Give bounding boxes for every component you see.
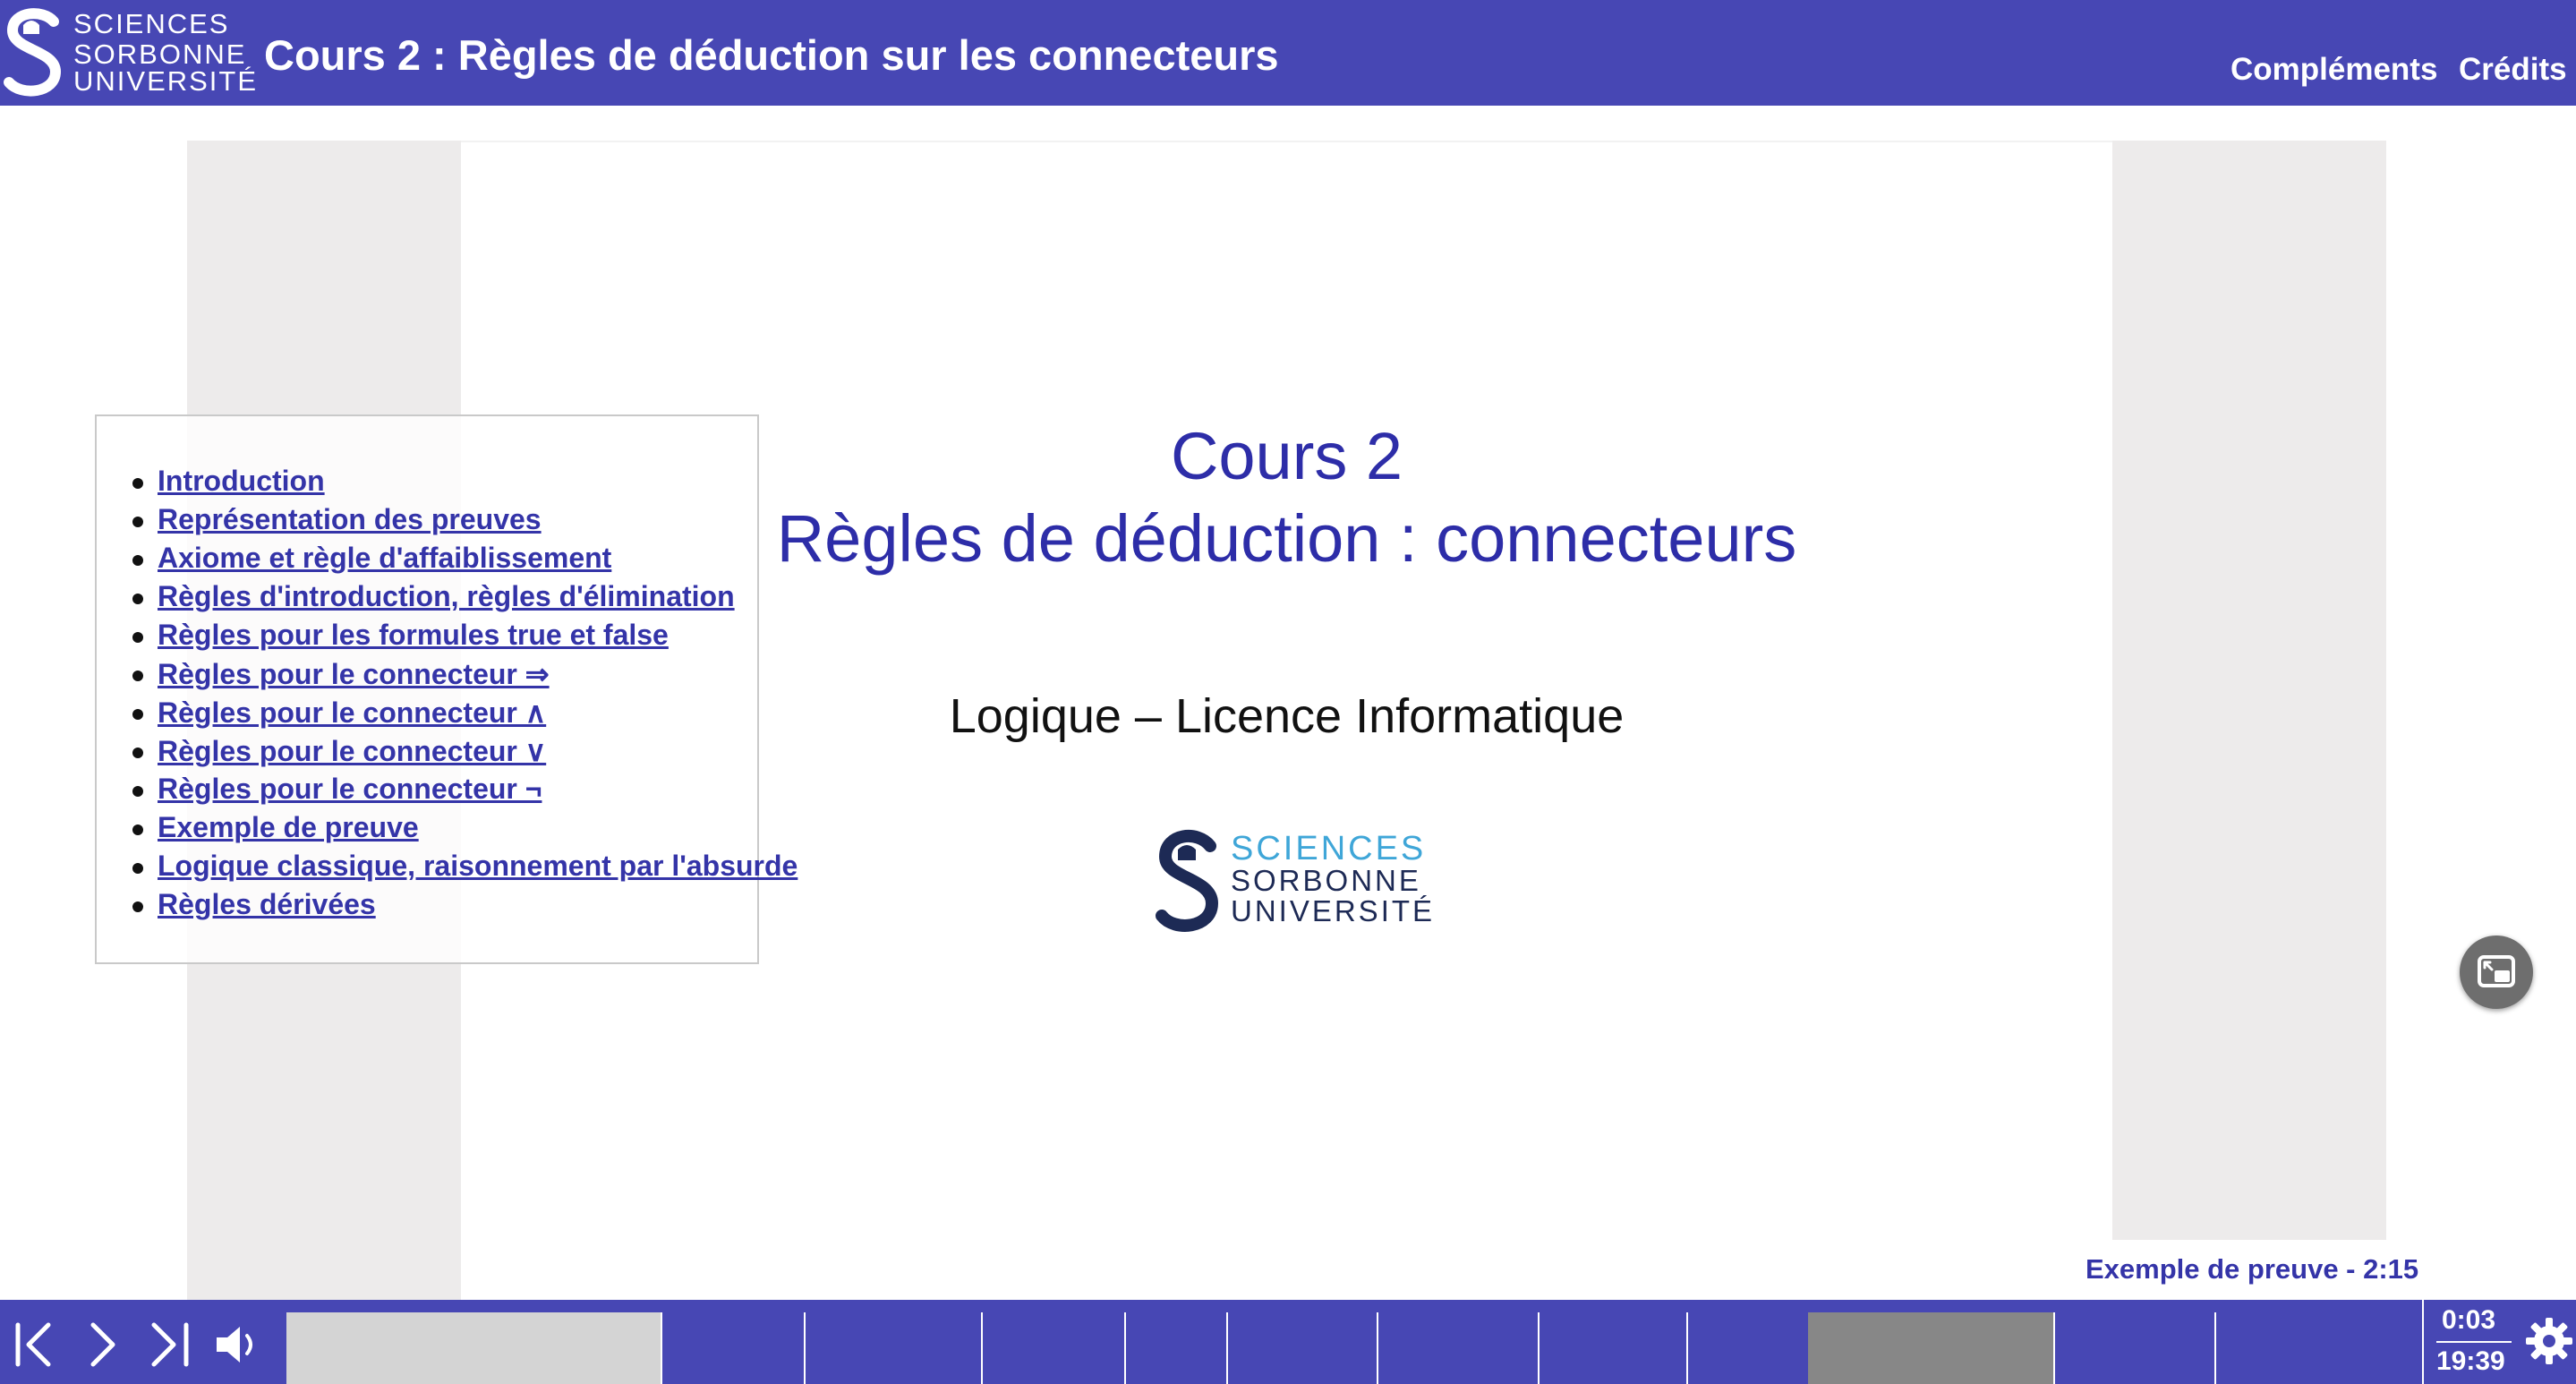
toc-link-and[interactable]: Règles pour le connecteur ∧ (158, 696, 546, 729)
skip-end-icon (151, 1322, 189, 1367)
toc-item: Règles dérivées (127, 888, 798, 927)
toc-link-regles-derivees[interactable]: Règles dérivées (158, 888, 376, 920)
chapter-tooltip: Exemple de preuve - 2:15 (2086, 1253, 2419, 1285)
toc-item: Règles d'introduction, règles d'éliminat… (127, 580, 798, 619)
slide-sorbonne-logo: SCIENCES SORBONNE UNIVERSITÉ (1155, 823, 1441, 948)
toc-link-axiome[interactable]: Axiome et règle d'affaiblissement (158, 542, 611, 574)
toc-item: Règles pour le connecteur ¬ (127, 773, 798, 811)
timeline-segment[interactable] (981, 1312, 1124, 1384)
timeline-segment[interactable] (2214, 1312, 2422, 1384)
total-time: 19:39 (2436, 1346, 2505, 1376)
player-controls (0, 1300, 286, 1384)
slide-logo-text-universite: UNIVERSITÉ (1231, 894, 1436, 927)
timeline-segment[interactable] (2053, 1312, 2214, 1384)
toc-item: Logique classique, raisonnement par l'ab… (127, 850, 798, 888)
header-bar: SCIENCES SORBONNE UNIVERSITÉ Cours 2 : R… (0, 0, 2576, 106)
skip-start-icon (15, 1322, 51, 1367)
toc-link-implication[interactable]: Règles pour le connecteur ⇒ (158, 658, 550, 690)
toc-link-exemple[interactable]: Exemple de preuve (158, 811, 419, 843)
picture-in-picture-button[interactable] (2460, 935, 2533, 1009)
next-icon (90, 1322, 115, 1367)
toc-link-true-false[interactable]: Règles pour les formules true et false (158, 619, 669, 651)
toc-item: Introduction (127, 465, 798, 503)
timeline-segment[interactable] (661, 1312, 804, 1384)
toc-item: Axiome et règle d'affaiblissement (127, 542, 798, 580)
sorbonne-s-icon (4, 8, 62, 97)
settings-button[interactable] (2524, 1316, 2574, 1366)
toc-item: Représentation des preuves (127, 503, 798, 542)
toc-item: Règles pour les formules true et false (127, 619, 798, 657)
timeline-segment-played[interactable] (286, 1312, 661, 1384)
timeline-segment[interactable] (1686, 1312, 1808, 1384)
toc-list: Introduction Représentation des preuves … (127, 465, 798, 927)
volume-icon (217, 1327, 252, 1363)
toc-link-not[interactable]: Règles pour le connecteur ¬ (158, 773, 542, 805)
credits-link[interactable]: Crédits (2459, 52, 2567, 88)
toc-link-or[interactable]: Règles pour le connecteur ∨ (158, 735, 546, 767)
sorbonne-s-icon (1156, 829, 1219, 932)
toc-item: Règles pour le connecteur ∨ (127, 734, 798, 773)
timeline-segment[interactable] (1226, 1312, 1377, 1384)
timeline-segment[interactable] (1124, 1312, 1226, 1384)
timeline-segment-hovered[interactable] (1808, 1312, 2053, 1384)
picture-in-picture-icon (2478, 955, 2515, 987)
toc-item: Règles pour le connecteur ∧ (127, 696, 798, 734)
settings-gear-icon (2526, 1318, 2572, 1364)
toc-item: Règles pour le connecteur ⇒ (127, 657, 798, 696)
time-display: 0:03 19:39 (2422, 1300, 2576, 1384)
player-bar-top (0, 1300, 2576, 1312)
timeline-segment[interactable] (1377, 1312, 1538, 1384)
timeline-segment[interactable] (1538, 1312, 1686, 1384)
toc-item: Exemple de preuve (127, 811, 798, 850)
toc-link-logique-classique[interactable]: Logique classique, raisonnement par l'ab… (158, 850, 798, 882)
slide-logo-text-sorbonne: SORBONNE (1231, 864, 1421, 897)
slide-logo-text-sciences: SCIENCES (1231, 830, 1427, 867)
slide-margin-right (2112, 141, 2386, 1240)
toc-link-representation[interactable]: Représentation des preuves (158, 503, 542, 535)
chapter-timeline[interactable] (286, 1312, 2422, 1384)
current-time: 0:03 (2442, 1305, 2496, 1335)
next-button[interactable] (77, 1318, 131, 1371)
logo-text-sciences: SCIENCES (73, 8, 230, 39)
volume-button[interactable] (211, 1318, 265, 1371)
logo-text-universite: UNIVERSITÉ (73, 65, 259, 97)
page-title: Cours 2 : Règles de déduction sur les co… (264, 31, 1279, 79)
sorbonne-logo[interactable]: SCIENCES SORBONNE UNIVERSITÉ (4, 4, 256, 102)
complements-link[interactable]: Compléments (2231, 52, 2437, 88)
toc-link-introduction[interactable]: Introduction (158, 465, 325, 497)
skip-start-button[interactable] (9, 1318, 63, 1371)
timeline-segment[interactable] (804, 1312, 981, 1384)
toc-link-regles-intro-elim[interactable]: Règles d'introduction, règles d'éliminat… (158, 580, 735, 612)
table-of-contents: Introduction Représentation des preuves … (95, 414, 798, 964)
time-divider (2436, 1341, 2512, 1343)
skip-end-button[interactable] (143, 1318, 197, 1371)
